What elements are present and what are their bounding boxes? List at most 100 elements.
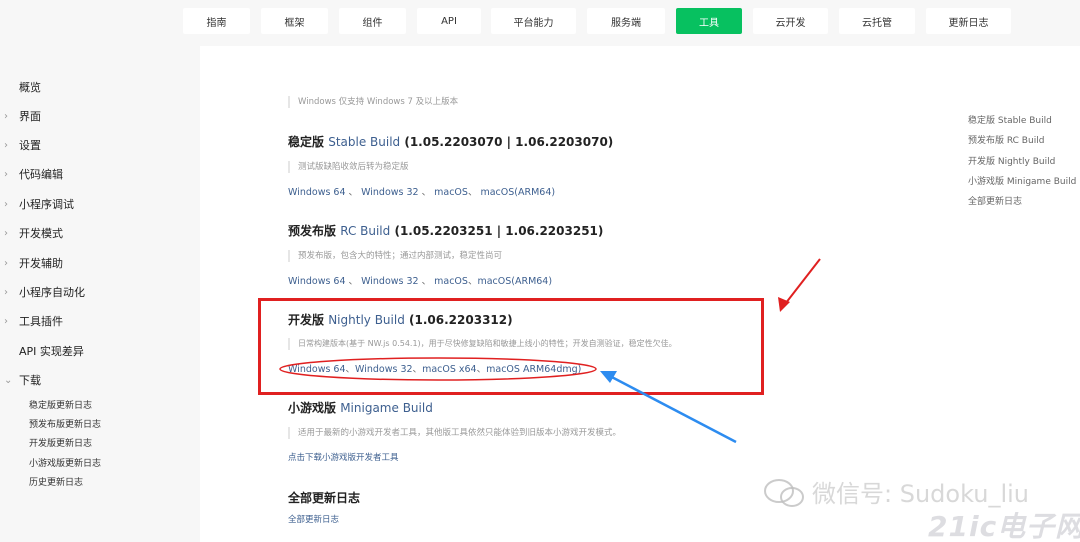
sidebar-item-label: 开发模式 [19, 227, 63, 240]
sidebar-item-label: API 实现差异 [19, 345, 84, 358]
top-navigation: 指南 框架 组件 API 平台能力 服务端 工具 云开发 云托管 更新日志 [0, 0, 1080, 46]
nightly-download-links: Windows 64、Windows 32、macOS x64、macOS AR… [288, 364, 582, 375]
sidebar-item-label: 小程序自动化 [19, 286, 85, 299]
watermark-21ic: 21ic电子网 [928, 510, 1080, 542]
toc-item-nightly[interactable]: 开发版 Nightly Build [968, 154, 1055, 167]
minigame-build-note: 适用于最新的小游戏开发者工具，其他版工具依然只能体验到旧版本小游戏开发模式。 [288, 427, 621, 439]
stable-download-links: Windows 64 、 Windows 32 、 macOS、 macOS(A… [288, 187, 556, 198]
sidebar-subitem-label: 预发布版更新日志 [29, 419, 102, 430]
tab-cloud-hosting[interactable]: 云托管 [839, 8, 915, 34]
sidebar-item-interface[interactable]: › 界面 [0, 105, 200, 127]
download-macos-link[interactable]: macOS [434, 187, 468, 198]
nightly-build-heading: 开发版 Nightly Build (1.06.2203312) [288, 311, 513, 328]
tab-changelog[interactable]: 更新日志 [926, 8, 1011, 34]
sidebar-item-settings[interactable]: › 设置 [0, 134, 200, 156]
download-macos-arm64-link[interactable]: macOS(ARM64) [477, 276, 552, 287]
download-macos-arm64-link[interactable]: macOS(ARM64) [480, 187, 555, 198]
sidebar-item-label: 界面 [19, 110, 41, 123]
heading-version: (1.05.2203070 | 1.06.2203070) [404, 135, 614, 149]
chevron-right-icon: › [4, 198, 8, 210]
sidebar-item-download[interactable]: ⌄ 下载 [0, 369, 200, 391]
sidebar-item-debug[interactable]: › 小程序调试 [0, 193, 200, 215]
watermark-wechat-id: 微信号: Sudoku_liu [812, 480, 1029, 508]
sidebar-item-label: 概览 [19, 81, 41, 94]
tab-api[interactable]: API [417, 8, 481, 34]
sidebar-subitem-nightly-log[interactable]: 开发版更新日志 [0, 433, 200, 451]
sidebar-subitem-history-log[interactable]: 历史更新日志 [0, 472, 200, 490]
chevron-right-icon: › [4, 227, 8, 239]
chevron-right-icon: › [4, 139, 8, 151]
sidebar-item-label: 工具插件 [19, 315, 63, 328]
download-windows64-link[interactable]: Windows 64 [288, 276, 346, 287]
sidebar-item-label: 小程序调试 [19, 198, 74, 211]
sidebar-subitem-minigame-log[interactable]: 小游戏版更新日志 [0, 453, 200, 471]
heading-prefix: 小游戏版 [288, 401, 337, 415]
main-content: Windows 仅支持 Windows 7 及以上版本 稳定版 Stable B… [200, 46, 940, 542]
windows-support-note: Windows 仅支持 Windows 7 及以上版本 [288, 96, 458, 108]
download-windows32-link[interactable]: Windows 32 [361, 276, 419, 287]
heading-prefix: 开发版 [288, 313, 325, 327]
tab-framework[interactable]: 框架 [261, 8, 328, 34]
stable-build-note: 测试版缺陷收敛后转为稳定版 [288, 161, 409, 173]
sidebar-item-dev-mode[interactable]: › 开发模式 [0, 222, 200, 244]
rc-build-heading: 预发布版 RC Build (1.05.2203251 | 1.06.22032… [288, 222, 603, 239]
nightly-build-note: 日常构建版本(基于 NW.js 0.54.1)，用于尽快修复缺陷和敏捷上线小的特… [288, 338, 677, 350]
chevron-right-icon: › [4, 286, 8, 298]
sidebar-item-api-diff[interactable]: API 实现差异 [0, 340, 200, 362]
sidebar: 概览 › 界面 › 设置 › 代码编辑 › 小程序调试 › 开发模式 › 开发辅… [0, 46, 200, 542]
download-windows64-link[interactable]: Windows 64 [288, 364, 346, 375]
heading-link: RC Build [340, 224, 391, 238]
heading-link: Nightly Build [328, 313, 405, 327]
stable-build-heading: 稳定版 Stable Build (1.05.2203070 | 1.06.22… [288, 133, 613, 150]
download-windows32-link[interactable]: Windows 32 [355, 364, 413, 375]
rc-download-links: Windows 64 、 Windows 32 、 macOS、macOS(AR… [288, 276, 553, 287]
tab-tools[interactable]: 工具 [676, 8, 742, 34]
download-macos-arm64-link[interactable]: macOS ARM64dmg) [486, 364, 581, 375]
sidebar-item-plugins[interactable]: › 工具插件 [0, 310, 200, 332]
sidebar-item-label: 开发辅助 [19, 257, 63, 270]
all-logs-link[interactable]: 全部更新日志 [288, 513, 339, 525]
heading-prefix: 稳定版 [288, 135, 325, 149]
sidebar-item-label: 下载 [19, 374, 41, 387]
toc-item-rc[interactable]: 预发布版 RC Build [968, 133, 1044, 146]
download-windows32-link[interactable]: Windows 32 [361, 187, 419, 198]
tab-server[interactable]: 服务端 [587, 8, 665, 34]
sidebar-item-label: 设置 [19, 139, 41, 152]
toc-item-minigame[interactable]: 小游戏版 Minigame Build [968, 174, 1076, 187]
download-windows64-link[interactable]: Windows 64 [288, 187, 346, 198]
chevron-down-icon: ⌄ [4, 374, 13, 386]
sidebar-subitem-label: 稳定版更新日志 [29, 400, 93, 411]
sidebar-item-label: 代码编辑 [19, 168, 63, 181]
heading-prefix: 预发布版 [288, 224, 337, 238]
chevron-right-icon: › [4, 168, 8, 180]
sidebar-subitem-label: 小游戏版更新日志 [29, 458, 102, 469]
toc-item-all-logs[interactable]: 全部更新日志 [968, 194, 1022, 207]
chevron-right-icon: › [4, 315, 8, 327]
rc-build-note: 预发布版，包含大的特性；通过内部测试，稳定性尚可 [288, 250, 502, 262]
sidebar-subitem-stable-log[interactable]: 稳定版更新日志 [0, 395, 200, 413]
chevron-right-icon: › [4, 110, 8, 122]
all-logs-heading: 全部更新日志 [288, 491, 361, 505]
minigame-build-heading: 小游戏版 Minigame Build [288, 399, 433, 416]
download-macos-link[interactable]: macOS [434, 276, 468, 287]
heading-version: (1.05.2203251 | 1.06.2203251) [394, 224, 604, 238]
sidebar-subitem-rc-log[interactable]: 预发布版更新日志 [0, 414, 200, 432]
download-minigame-link[interactable]: 点击下载小游戏版开发者工具 [288, 451, 399, 463]
sidebar-item-automation[interactable]: › 小程序自动化 [0, 281, 200, 303]
download-macos-x64-link[interactable]: macOS x64 [422, 364, 477, 375]
tab-components[interactable]: 组件 [339, 8, 406, 34]
sidebar-item-code-edit[interactable]: › 代码编辑 [0, 163, 200, 185]
sidebar-item-overview[interactable]: 概览 [0, 76, 200, 98]
heading-link: Minigame Build [340, 401, 433, 415]
toc-item-stable[interactable]: 稳定版 Stable Build [968, 113, 1052, 126]
tab-cloud-dev[interactable]: 云开发 [753, 8, 828, 34]
tab-platform[interactable]: 平台能力 [491, 8, 576, 34]
chevron-right-icon: › [4, 257, 8, 269]
heading-version: (1.06.2203312) [409, 313, 513, 327]
heading-link: Stable Build [328, 135, 401, 149]
sidebar-subitem-label: 开发版更新日志 [29, 438, 93, 449]
sidebar-item-dev-assist[interactable]: › 开发辅助 [0, 252, 200, 274]
wechat-icon [764, 479, 804, 507]
tab-guide[interactable]: 指南 [183, 8, 250, 34]
sidebar-subitem-label: 历史更新日志 [29, 477, 84, 488]
